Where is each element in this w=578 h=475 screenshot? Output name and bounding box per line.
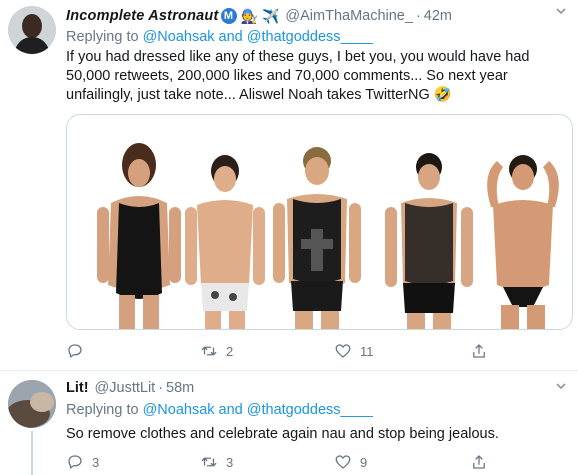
- heart-icon: [335, 344, 351, 358]
- replying-to-label: Replying to: [66, 402, 139, 418]
- avatar[interactable]: [8, 6, 56, 54]
- tweet-media-image[interactable]: [66, 114, 573, 330]
- tweet-text: So remove clothes and celebrate again na…: [66, 425, 566, 444]
- tweet-text-line: 50,000 retweets, 200,000 likes and 70,00…: [66, 68, 508, 84]
- retweet-button[interactable]: 3: [200, 453, 233, 471]
- share-icon: [473, 455, 485, 469]
- tweet-text-line: unfailingly, just take note... Aliswel N…: [66, 87, 452, 103]
- retweet-icon: [201, 457, 217, 467]
- reply-targets-link[interactable]: @Noahsak and @thatgoddess____: [143, 29, 373, 45]
- verified-icon: M: [220, 8, 237, 24]
- reply-icon: [68, 344, 82, 358]
- separator-dot: ·: [415, 8, 421, 24]
- airplane-emoji-icon: ✈️: [261, 8, 280, 24]
- like-button[interactable]: 9: [334, 453, 367, 471]
- display-name[interactable]: Lit!: [66, 380, 89, 396]
- mechanic-emoji-icon: 🧑‍🔧: [240, 8, 258, 24]
- like-button[interactable]: 11: [334, 342, 374, 360]
- tweet-1[interactable]: Incomplete Astronaut M 🧑‍🔧 ✈️ @AimThaMac…: [0, 0, 578, 371]
- separator-dot: ·: [158, 380, 164, 396]
- reply-targets-link[interactable]: @Noahsak and @thatgoddess____: [143, 402, 373, 418]
- chevron-down-icon[interactable]: [554, 4, 568, 18]
- replying-to-label: Replying to: [66, 29, 139, 45]
- replying-to: Replying to @Noahsak and @thatgoddess___…: [66, 29, 373, 45]
- user-handle[interactable]: @AimThaMachine_: [285, 8, 413, 24]
- retweet-button[interactable]: 2: [200, 342, 233, 360]
- avatar-image: [8, 380, 56, 428]
- tweet-text-line: If you had dressed like any of these guy…: [66, 49, 530, 65]
- like-count: 11: [360, 343, 374, 359]
- avatar-image: [8, 6, 56, 54]
- retweet-count: 2: [226, 343, 234, 359]
- thread-line: [31, 431, 33, 475]
- replying-to: Replying to @Noahsak and @thatgoddess___…: [66, 402, 373, 418]
- reply-button[interactable]: [66, 342, 92, 360]
- tweet-text: If you had dressed like any of these guy…: [66, 48, 566, 105]
- chevron-down-icon[interactable]: [554, 379, 568, 393]
- timestamp[interactable]: 58m: [166, 380, 194, 396]
- tweet-text-line: So remove clothes and celebrate again na…: [66, 426, 499, 442]
- reply-icon: [68, 455, 82, 469]
- tweet-header: Incomplete Astronaut M 🧑‍🔧 ✈️ @AimThaMac…: [66, 8, 452, 24]
- like-count: 9: [360, 454, 368, 470]
- share-button[interactable]: [470, 453, 488, 471]
- timestamp[interactable]: 42m: [424, 8, 452, 24]
- reply-count: 3: [92, 454, 100, 470]
- photo-of-five-men: [67, 115, 572, 329]
- user-handle[interactable]: @JusttLit: [95, 380, 156, 396]
- retweet-count: 3: [226, 454, 234, 470]
- tweet-2[interactable]: Lit! @JusttLit · 58m Replying to @Noahsa…: [0, 371, 578, 475]
- reply-button[interactable]: 3: [66, 453, 99, 471]
- avatar[interactable]: [8, 380, 56, 428]
- display-name[interactable]: Incomplete Astronaut: [66, 8, 219, 24]
- share-button[interactable]: [470, 342, 488, 360]
- heart-icon: [335, 455, 351, 469]
- share-icon: [473, 344, 485, 358]
- tweet-header: Lit! @JusttLit · 58m: [66, 380, 194, 396]
- retweet-icon: [201, 346, 217, 356]
